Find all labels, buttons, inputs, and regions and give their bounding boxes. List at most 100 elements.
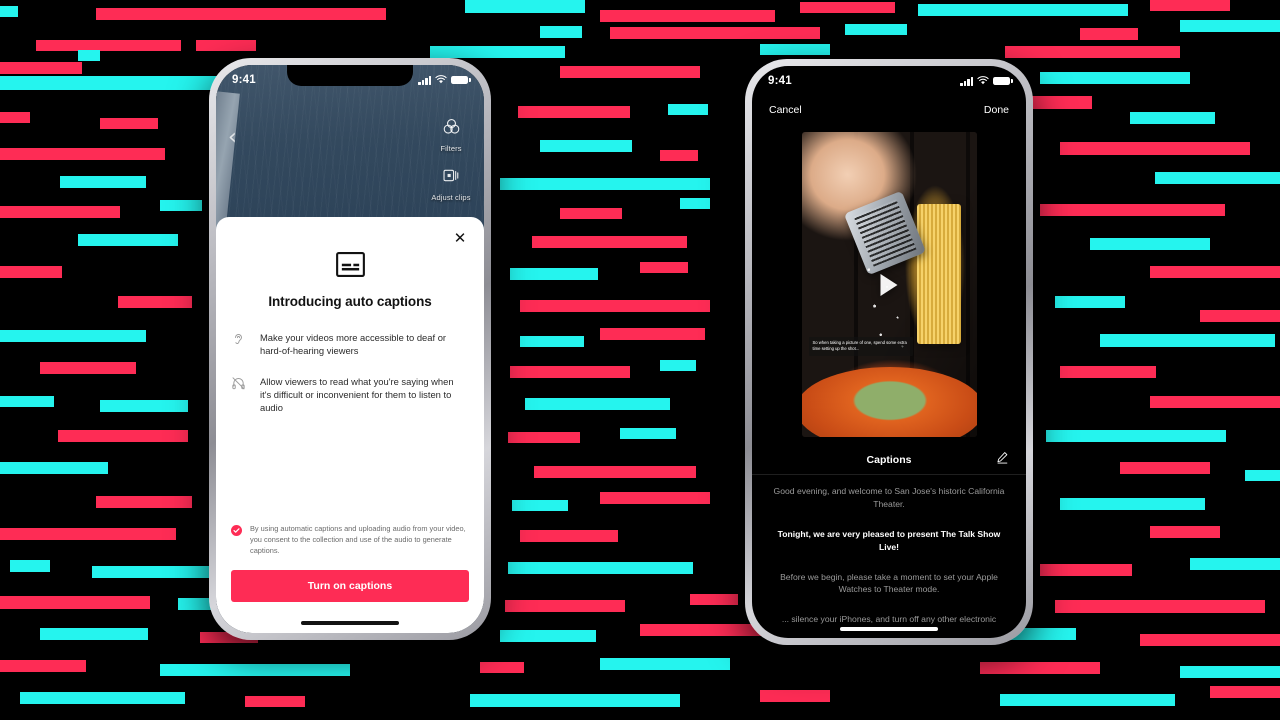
glitch-bar	[0, 330, 146, 342]
glitch-bar	[1000, 694, 1175, 706]
wifi-icon	[977, 72, 989, 90]
glitch-bar	[0, 6, 18, 17]
caption-line[interactable]: Good evening, and welcome to San Jose's …	[768, 485, 1010, 511]
caption-line[interactable]: ... silence your iPhones, and turn off a…	[768, 613, 1010, 627]
home-indicator	[840, 627, 938, 631]
video-overlay-caption-text: So when taking a picture of one, spend s…	[812, 340, 907, 352]
glitch-bar	[560, 208, 622, 219]
glitch-bar	[36, 40, 181, 51]
check-circle-icon[interactable]	[231, 525, 242, 537]
back-chevron-icon[interactable]: ‹	[228, 127, 237, 149]
phone-screen-left: 9:41 ‹ Filters Adjust clips ✕ Introducin…	[216, 65, 484, 633]
glitch-bar	[480, 662, 524, 673]
glitch-bar	[668, 104, 708, 115]
glitch-bar	[1130, 112, 1215, 124]
feature-item: Allow viewers to read what you're saying…	[231, 375, 466, 415]
glitch-bar	[600, 492, 710, 504]
glitch-bar	[0, 528, 176, 540]
glitch-bar	[1005, 46, 1180, 58]
modal-title: Introducing auto captions	[268, 294, 432, 309]
glitch-bar	[96, 8, 386, 20]
glitch-bar	[40, 362, 136, 374]
feature-item: Make your videos more accessible to deaf…	[231, 331, 466, 358]
glitch-bar	[118, 296, 192, 308]
tool-filters[interactable]: Filters	[440, 117, 461, 153]
caption-line-active[interactable]: Tonight, we are very pleased to present …	[768, 528, 1010, 554]
consent-text: By using automatic captions and uploadin…	[250, 524, 466, 556]
done-button[interactable]: Done	[984, 104, 1009, 116]
auto-captions-modal: ✕ Introducing auto captions Make your vi…	[216, 217, 484, 633]
glitch-bar	[1150, 0, 1230, 11]
glitch-bar	[100, 400, 188, 412]
glitch-bar	[1040, 72, 1190, 84]
tool-adjust-clips[interactable]: Adjust clips	[431, 166, 470, 202]
ear-accessibility-icon	[231, 331, 249, 352]
glitch-bar	[0, 462, 108, 474]
glitch-bar	[532, 236, 687, 248]
glitch-bar	[980, 662, 1100, 674]
glitch-bar	[1150, 396, 1280, 408]
tool-label-adjust-clips: Adjust clips	[431, 193, 471, 202]
wifi-icon	[435, 71, 447, 89]
caption-line[interactable]: Before we begin, please take a moment to…	[768, 571, 1010, 597]
feature-text: Allow viewers to read what you're saying…	[260, 375, 454, 414]
glitch-bar	[0, 660, 86, 672]
glitch-bar	[1140, 634, 1280, 646]
glitch-bar	[1155, 172, 1280, 184]
glitch-bar	[10, 560, 50, 572]
glitch-bar	[1080, 28, 1138, 40]
adjust-clips-icon	[441, 166, 460, 190]
glitch-bar	[1100, 334, 1275, 347]
glitch-bar	[540, 26, 582, 38]
glitch-bar	[760, 690, 830, 702]
glitch-bar	[1180, 666, 1280, 678]
status-icons	[960, 72, 1013, 90]
glitch-bar	[1200, 310, 1280, 322]
glitch-bar	[0, 206, 120, 218]
glitch-bar	[760, 44, 830, 55]
glitch-bar	[534, 466, 696, 478]
consent-notice: By using automatic captions and uploadin…	[231, 524, 467, 557]
close-icon[interactable]: ✕	[449, 227, 471, 249]
glitch-bar	[600, 658, 730, 670]
glitch-bar	[20, 692, 185, 704]
status-bar-left: 9:41	[216, 65, 484, 95]
closed-caption-icon	[335, 252, 365, 282]
glitch-bar	[1180, 20, 1280, 32]
turn-on-captions-button[interactable]: Turn on captions	[231, 570, 469, 602]
glitch-bar	[60, 176, 146, 188]
home-indicator	[301, 621, 399, 625]
glitch-bar	[0, 148, 165, 160]
glitch-bar	[0, 76, 228, 90]
glitch-bar	[465, 0, 585, 13]
cancel-button[interactable]: Cancel	[769, 104, 802, 116]
glitch-bar	[1090, 238, 1210, 250]
status-bar-right: 9:41	[752, 66, 1026, 96]
video-preview-pasta[interactable]: So when taking a picture of one, spend s…	[801, 132, 977, 437]
glitch-bar	[245, 696, 305, 707]
glitch-bar	[690, 594, 738, 605]
play-icon[interactable]	[880, 273, 898, 296]
glitch-bar	[660, 360, 696, 371]
glitch-bar	[1060, 366, 1156, 378]
glitch-bar	[518, 106, 630, 118]
glitch-background	[0, 0, 1280, 720]
tool-label-filters: Filters	[440, 144, 462, 153]
glitch-bar	[1245, 470, 1280, 481]
glitch-bar	[520, 336, 584, 347]
glitch-bar	[610, 27, 820, 39]
glitch-bar	[510, 366, 630, 378]
pencil-edit-icon[interactable]	[996, 451, 1009, 469]
glitch-bar	[1060, 498, 1205, 510]
glitch-bar	[78, 50, 100, 61]
spaghetti-bundle	[916, 204, 961, 344]
glitch-bar	[525, 398, 670, 410]
glitch-bar	[1055, 296, 1125, 308]
glitch-bar	[58, 430, 188, 442]
phone-device-right: 9:41 Cancel Done So when taking a pictur…	[745, 59, 1033, 645]
status-time: 9:41	[232, 74, 256, 86]
glitch-bar	[1046, 430, 1226, 442]
feature-text: Make your videos more accessible to deaf…	[260, 332, 447, 357]
glitch-bar	[1190, 558, 1280, 570]
glitch-bar	[0, 266, 62, 278]
